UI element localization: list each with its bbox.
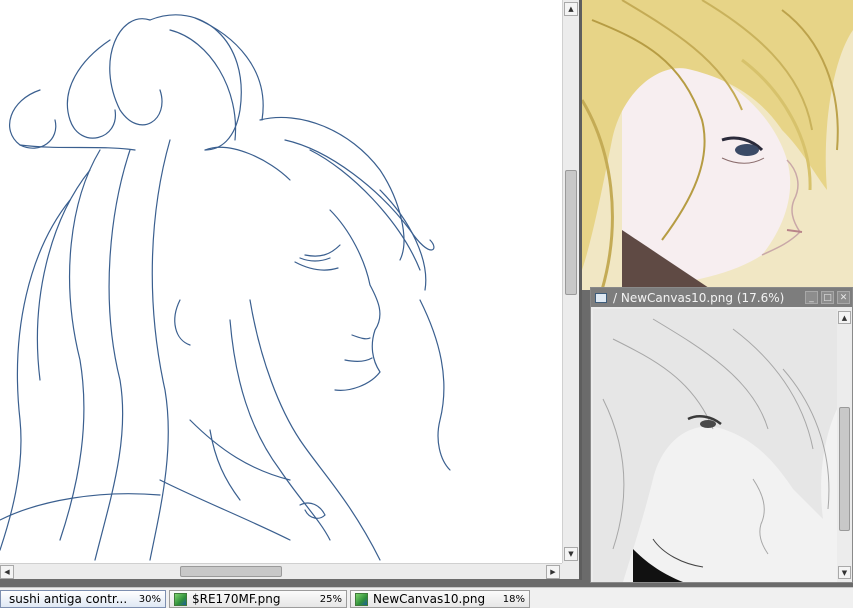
task-item-sushi[interactable]: sushi antiga contr... 30%: [0, 590, 166, 608]
task-label: $RE170MF.png: [192, 592, 281, 606]
scroll-down-arrow-icon[interactable]: ▼: [564, 547, 578, 561]
task-label: NewCanvas10.png: [373, 592, 486, 606]
newcanvas-window[interactable]: / NewCanvas10.png (17.6%) _ □ ✕ ▲ ▼: [590, 287, 853, 583]
minimize-icon[interactable]: _: [805, 291, 818, 304]
sketch-canvas[interactable]: [0, 0, 562, 563]
subwindow-vertical-scrollbar[interactable]: ▲ ▼: [838, 309, 852, 582]
scroll-up-arrow-icon[interactable]: ▲: [564, 2, 578, 16]
document-taskbar: sushi antiga contr... 30% $RE170MF.png 2…: [0, 587, 853, 608]
grayscale-canvas[interactable]: [593, 309, 837, 582]
subwindow-title: / NewCanvas10.png (17.6%): [613, 290, 785, 305]
canvas-window-icon: [595, 292, 607, 303]
horizontal-scroll-thumb[interactable]: [180, 566, 282, 577]
task-zoom: 30%: [138, 593, 161, 605]
scroll-down-arrow-icon[interactable]: ▼: [838, 566, 851, 579]
task-label: sushi antiga contr...: [9, 592, 128, 606]
subwindow-scroll-thumb[interactable]: [839, 407, 850, 531]
vertical-scroll-thumb[interactable]: [565, 170, 577, 295]
task-item-newcanvas10[interactable]: NewCanvas10.png 18%: [350, 590, 530, 608]
task-item-re170mf[interactable]: $RE170MF.png 25%: [169, 590, 347, 608]
scroll-up-arrow-icon[interactable]: ▲: [838, 311, 851, 324]
image-file-icon: [355, 592, 368, 606]
maximize-icon[interactable]: □: [821, 291, 834, 304]
resize-grip-icon[interactable]: [562, 563, 579, 579]
task-zoom: 25%: [319, 593, 342, 605]
image-file-icon: [174, 592, 187, 606]
main-horizontal-scrollbar[interactable]: ◀ ▶: [0, 563, 562, 579]
task-zoom: 18%: [502, 593, 525, 605]
scroll-right-arrow-icon[interactable]: ▶: [546, 565, 560, 579]
sketch-artwork: [0, 14, 451, 561]
close-icon[interactable]: ✕: [837, 291, 850, 304]
scroll-left-arrow-icon[interactable]: ◀: [0, 565, 14, 579]
main-vertical-scrollbar[interactable]: ▲ ▼: [562, 0, 579, 563]
colored-artwork: [582, 0, 853, 290]
grayscale-artwork: [593, 309, 837, 582]
reference-color-canvas[interactable]: [582, 0, 853, 290]
